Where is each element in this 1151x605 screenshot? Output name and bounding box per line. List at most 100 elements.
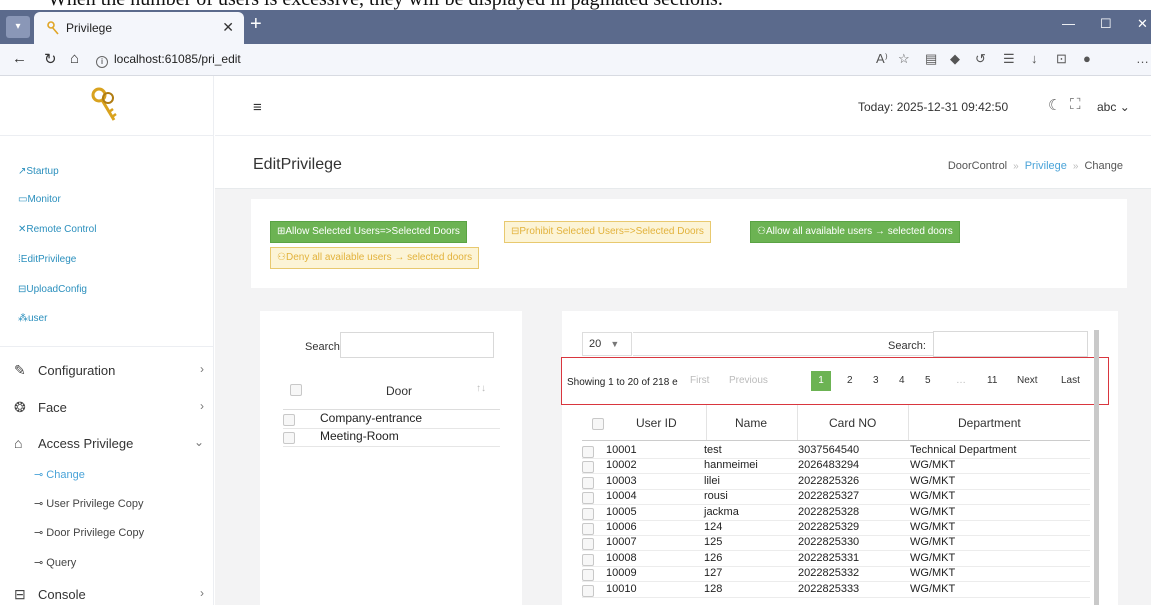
submenu-label: Change bbox=[46, 469, 85, 481]
row-checkbox[interactable] bbox=[582, 585, 594, 597]
submenu-user-privilege-copy[interactable]: ⊸ User Privilege Copy bbox=[34, 497, 143, 510]
minimize-icon[interactable]: — bbox=[1062, 16, 1075, 31]
browser-tab[interactable]: Privilege ✕ bbox=[34, 12, 244, 44]
sidebar-link-startup[interactable]: ↗Startup bbox=[18, 166, 59, 177]
profile-icon[interactable]: ● bbox=[1083, 51, 1091, 66]
new-tab-button[interactable]: + bbox=[250, 14, 262, 34]
submenu-change[interactable]: ⊸ Change bbox=[34, 468, 85, 481]
row-checkbox[interactable] bbox=[582, 523, 594, 535]
sort-icon[interactable]: ↑↓ bbox=[476, 383, 486, 394]
pagination-page-1[interactable]: 1 bbox=[811, 371, 831, 391]
row-checkbox[interactable] bbox=[582, 554, 594, 566]
prohibit-selected-button[interactable]: ⊟Prohibit Selected Users=>Selected Doors bbox=[504, 221, 711, 243]
fullscreen-icon[interactable]: ⛶ bbox=[1070, 96, 1081, 113]
user-select-all-checkbox[interactable] bbox=[592, 418, 604, 430]
extension-icon[interactable]: ◆ bbox=[950, 51, 960, 67]
url-field[interactable]: i localhost:61085/pri_edit bbox=[96, 52, 241, 68]
menu-access-privilege[interactable]: ⌂ Access Privilege ⌄ bbox=[14, 435, 204, 451]
row-checkbox[interactable] bbox=[582, 446, 594, 458]
door-column-header[interactable]: Door bbox=[386, 384, 412, 398]
refresh-extension-icon[interactable]: ↺ bbox=[975, 51, 986, 67]
sidebar-link-label: EditPrivilege bbox=[20, 254, 77, 265]
tab-actions-button[interactable]: ▾ bbox=[6, 16, 30, 38]
theme-toggle-icon[interactable]: ☾ bbox=[1048, 96, 1061, 114]
sidebar-divider bbox=[0, 346, 214, 347]
allow-all-button[interactable]: ⚇Allow all available users → selected do… bbox=[750, 221, 960, 243]
close-window-icon[interactable]: ✕ bbox=[1137, 16, 1148, 32]
column-header-user-id[interactable]: User ID bbox=[636, 416, 677, 430]
row-divider bbox=[582, 473, 1090, 474]
read-aloud-icon[interactable]: A⁾ bbox=[876, 51, 888, 67]
table-row[interactable]: 10001 test 3037564540 Technical Department bbox=[582, 444, 1090, 459]
menu-face[interactable]: ❂ Face › bbox=[14, 399, 204, 416]
pagination-page-11[interactable]: 11 bbox=[987, 375, 997, 386]
row-checkbox[interactable] bbox=[582, 477, 594, 489]
table-row[interactable]: 10004 rousi 2022825327 WG/MKT bbox=[582, 490, 1090, 505]
door-select-all-checkbox[interactable] bbox=[290, 384, 302, 396]
deny-all-button[interactable]: ⚇Deny all available users → selected doo… bbox=[270, 247, 480, 269]
row-checkbox[interactable] bbox=[582, 538, 594, 550]
breadcrumb-item[interactable]: DoorControl bbox=[948, 160, 1007, 172]
column-header-name[interactable]: Name bbox=[735, 416, 767, 430]
favorites-list-icon[interactable]: ☰ bbox=[1003, 51, 1015, 67]
download-icon[interactable]: ↓ bbox=[1031, 51, 1038, 66]
table-row[interactable]: 10008 126 2022825331 WG/MKT bbox=[582, 552, 1090, 567]
pagination-page-3[interactable]: 3 bbox=[873, 375, 879, 386]
menu-configuration[interactable]: ✎ Configuration › bbox=[14, 362, 204, 379]
cell-department: WG/MKT bbox=[910, 459, 956, 471]
table-row[interactable]: 10003 lilei 2022825326 WG/MKT bbox=[582, 475, 1090, 490]
sidebar-link-editprivilege[interactable]: ⁞EditPrivilege bbox=[18, 254, 76, 265]
sidebar-link-remote-control[interactable]: ✕Remote Control bbox=[18, 224, 96, 235]
reload-icon[interactable]: ↻ bbox=[44, 50, 57, 68]
menu-console[interactable]: ⊟ Console › bbox=[14, 586, 204, 603]
favorite-icon[interactable]: ☆ bbox=[898, 51, 910, 67]
pagination-page-4[interactable]: 4 bbox=[899, 375, 905, 386]
door-row-checkbox[interactable] bbox=[283, 414, 295, 426]
screenshot-icon[interactable]: ⊡ bbox=[1056, 51, 1067, 67]
breadcrumb-item[interactable]: Privilege bbox=[1025, 160, 1067, 172]
button-label: Deny all available users → selected door… bbox=[285, 252, 473, 263]
row-checkbox[interactable] bbox=[582, 461, 594, 473]
cell-name: 125 bbox=[704, 536, 723, 548]
column-header-card-no[interactable]: Card NO bbox=[829, 416, 876, 430]
table-row[interactable]: 10005 jackma 2022825328 WG/MKT bbox=[582, 506, 1090, 521]
table-row[interactable]: 10006 124 2022825329 WG/MKT bbox=[582, 521, 1090, 536]
menu-toggle-icon[interactable]: ≡ bbox=[253, 99, 262, 116]
table-row[interactable]: 10009 127 2022825332 WG/MKT bbox=[582, 567, 1090, 582]
table-row[interactable]: 10007 125 2022825330 WG/MKT bbox=[582, 536, 1090, 551]
door-search-input[interactable] bbox=[340, 332, 494, 358]
sidebar-link-user[interactable]: ⁂user bbox=[18, 313, 47, 324]
door-row-checkbox[interactable] bbox=[283, 432, 295, 444]
user-search-label: Search: bbox=[888, 340, 926, 352]
row-checkbox[interactable] bbox=[582, 508, 594, 520]
pagination-page-2[interactable]: 2 bbox=[847, 375, 853, 386]
row-checkbox[interactable] bbox=[582, 569, 594, 581]
pagination-next[interactable]: Next bbox=[1017, 375, 1038, 386]
submenu-query[interactable]: ⊸ Query bbox=[34, 556, 76, 569]
row-checkbox[interactable] bbox=[582, 492, 594, 504]
pagination-first[interactable]: First bbox=[690, 375, 709, 386]
column-header-department[interactable]: Department bbox=[958, 416, 1021, 430]
sidebar-link-uploadconfig[interactable]: ⊟UploadConfig bbox=[18, 284, 87, 295]
home-icon: ⌂ bbox=[14, 435, 23, 451]
reader-icon[interactable]: ▤ bbox=[925, 51, 937, 67]
more-icon[interactable]: … bbox=[1136, 51, 1149, 66]
top-header: ≡ Today: 2025-12-31 09:42:50 ☾ ⛶ abc ⌄ bbox=[215, 76, 1151, 136]
table-row[interactable]: 10010 128 2022825333 WG/MKT bbox=[582, 583, 1090, 598]
close-tab-icon[interactable]: ✕ bbox=[222, 19, 234, 36]
maximize-icon[interactable]: ☐ bbox=[1100, 16, 1112, 32]
allow-selected-button[interactable]: ⊞Allow Selected Users=>Selected Doors bbox=[270, 221, 467, 243]
submenu-door-privilege-copy[interactable]: ⊸ Door Privilege Copy bbox=[34, 526, 144, 539]
pagination-page-5[interactable]: 5 bbox=[925, 375, 931, 386]
sidebar-link-monitor[interactable]: ▭Monitor bbox=[18, 194, 61, 205]
vertical-scrollbar[interactable] bbox=[1094, 330, 1099, 605]
door-row-label: Meeting-Room bbox=[320, 429, 399, 443]
user-search-input[interactable] bbox=[933, 331, 1088, 357]
back-icon[interactable]: ← bbox=[12, 50, 27, 67]
user-menu[interactable]: abc ⌄ bbox=[1097, 100, 1130, 114]
table-row[interactable]: 10002 hanmeimei 2026483294 WG/MKT bbox=[582, 459, 1090, 474]
page-size-select[interactable]: 20 ▼ bbox=[582, 332, 632, 356]
pagination-previous[interactable]: Previous bbox=[729, 375, 768, 386]
pagination-last[interactable]: Last bbox=[1061, 375, 1080, 386]
home-icon[interactable]: ⌂ bbox=[70, 50, 79, 67]
